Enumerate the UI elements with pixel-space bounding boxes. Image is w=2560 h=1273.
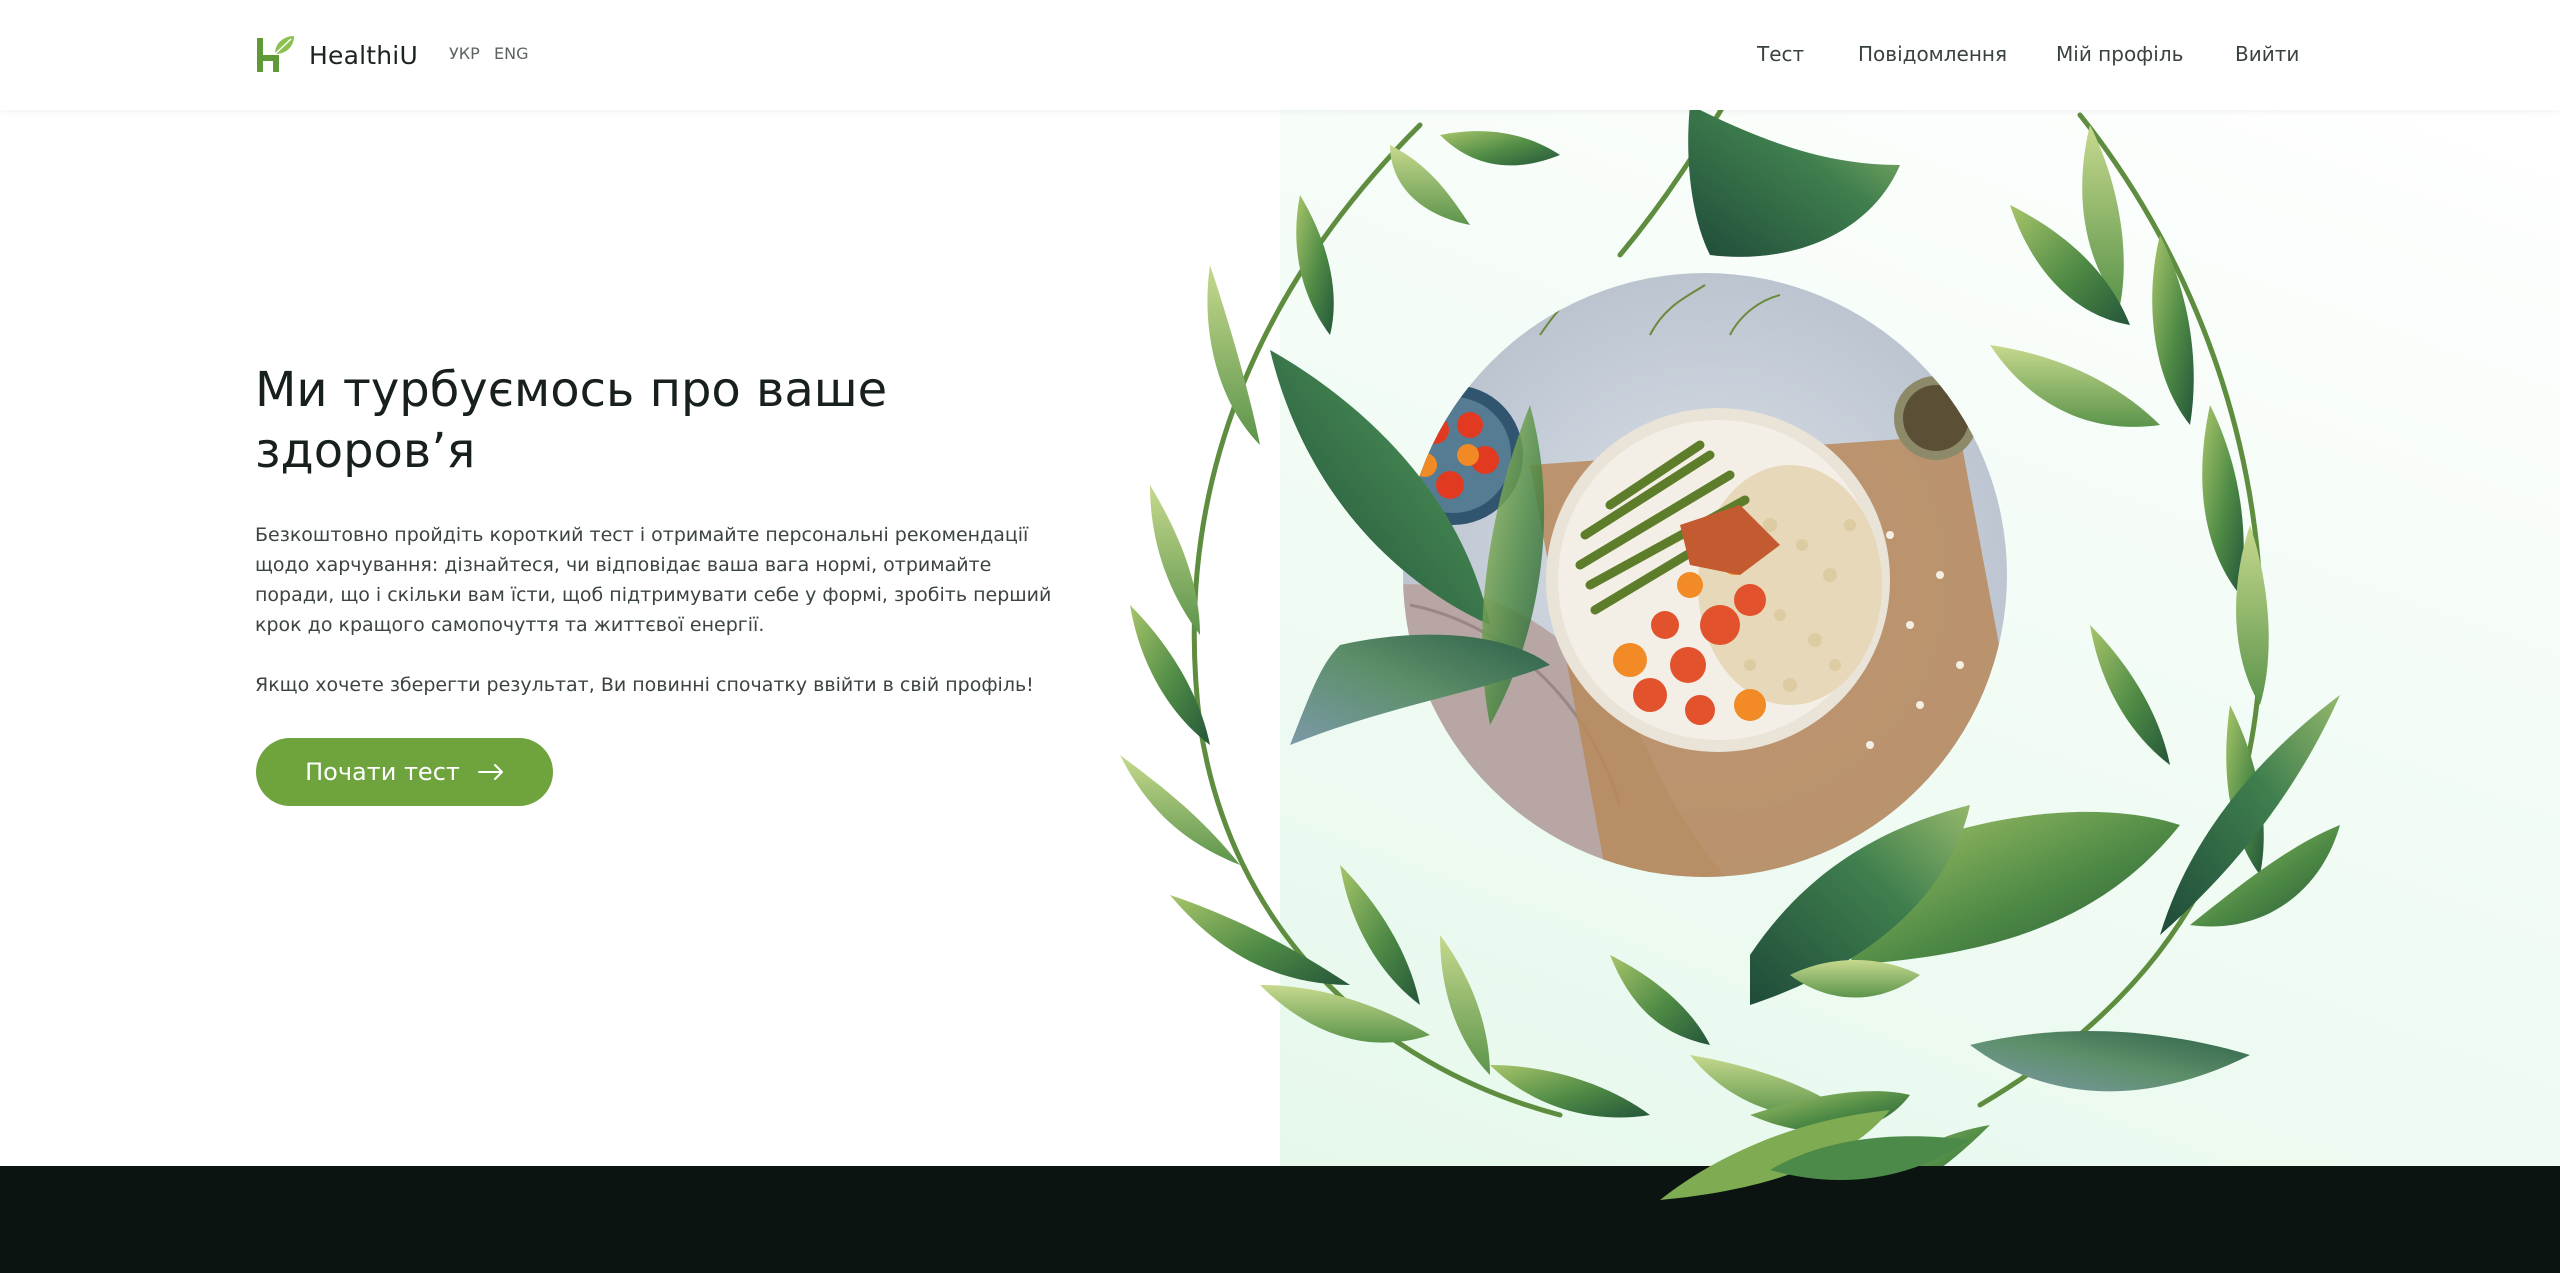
footer-band [0, 1166, 2560, 1273]
hero-description: Безкоштовно пройдіть короткий тест і отр… [255, 524, 1052, 636]
nav-profile-link[interactable]: Мій профіль [2056, 42, 2183, 66]
nav-logout-link[interactable]: Вийти [2235, 42, 2299, 66]
language-eng[interactable]: ENG [494, 44, 528, 63]
hero-login-note: Якщо хочете зберегти результат, Ви повин… [255, 674, 1034, 696]
page: HealthiU УКР ENG Тест Повідомлення Мій п… [0, 0, 2560, 1273]
top-header: HealthiU УКР ENG Тест Повідомлення Мій п… [0, 0, 2560, 110]
brand-logo[interactable]: HealthiU [255, 34, 418, 76]
hero-illustration [1120, 110, 2340, 1166]
hero-section: Ми турбуємось про ваше здоров’я Безкошто… [0, 110, 2560, 1166]
language-ukr[interactable]: УКР [449, 44, 480, 63]
footer-leaf-overlap [1660, 1110, 1970, 1200]
arrow-right-icon [477, 764, 503, 780]
brand-name: HealthiU [309, 40, 418, 70]
start-test-button[interactable]: Почати тест [256, 738, 553, 806]
start-test-label: Почати тест [305, 758, 460, 786]
food-plate-photo [1403, 273, 2007, 877]
nav-test-link[interactable]: Тест [1757, 42, 1804, 66]
leaf-h-logo-icon [257, 36, 294, 72]
nav-messages-link[interactable]: Повідомлення [1858, 42, 2007, 66]
hero-title: Ми турбуємось про ваше здоров’я [255, 362, 888, 479]
